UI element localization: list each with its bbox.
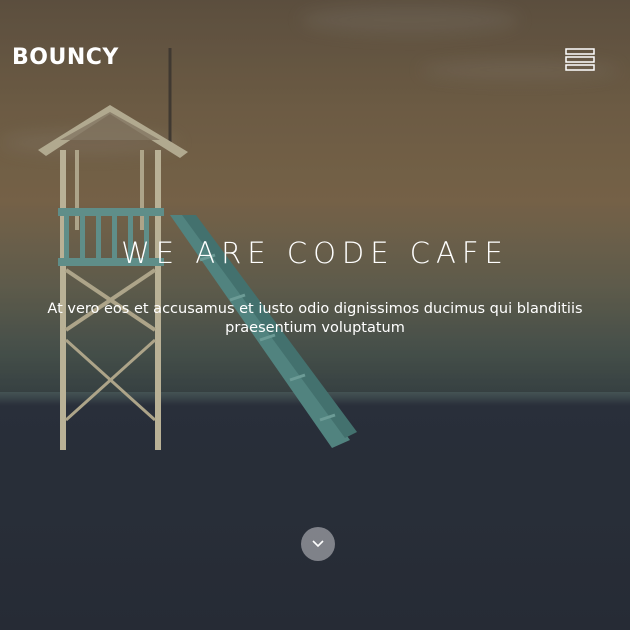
hero-tagline: At vero eos et accusamus et iusto odio d… bbox=[47, 301, 583, 336]
hero-headline: WE ARE CODE CAFE bbox=[121, 236, 509, 270]
scroll-down-button[interactable] bbox=[301, 527, 335, 561]
menu-button[interactable] bbox=[565, 48, 595, 72]
hamburger-menu-icon bbox=[565, 48, 595, 71]
hero-section: BOUNCY WE ARE CODE CAFE At vero eos et a… bbox=[0, 0, 630, 630]
chevron-down-icon bbox=[312, 540, 324, 548]
site-logo[interactable]: BOUNCY bbox=[12, 45, 119, 70]
